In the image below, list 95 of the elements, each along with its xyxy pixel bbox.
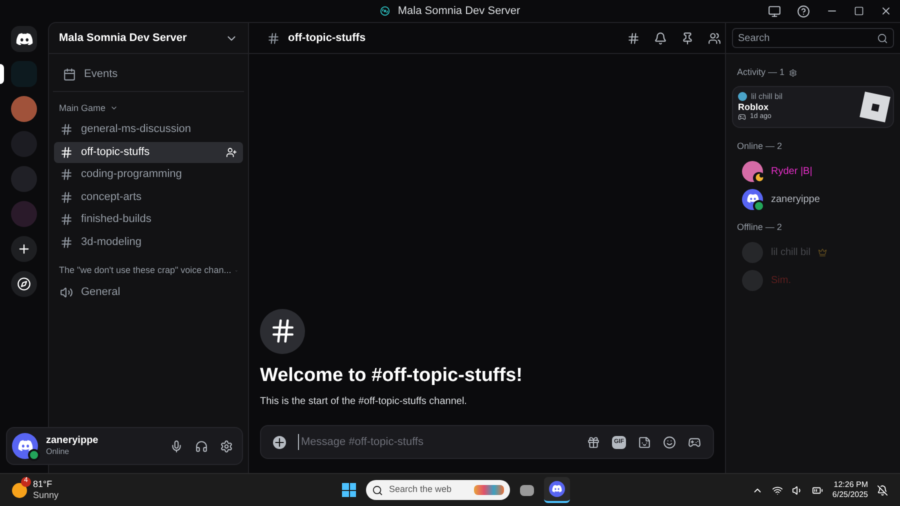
section-heading: Online — 2: [736, 140, 784, 152]
close-icon[interactable]: [880, 5, 892, 17]
hash-icon: [60, 123, 73, 136]
server-name[interactable]: Mala Somnia Dev Server: [59, 30, 187, 46]
volume-icon[interactable]: [792, 484, 804, 496]
channel-item[interactable]: general-ms-discussion: [54, 119, 243, 140]
hash-icon: [60, 146, 73, 158]
wifi-icon[interactable]: [772, 484, 784, 496]
activity-user: lil chill bil: [751, 92, 783, 102]
server-avatar[interactable]: [11, 96, 37, 122]
calendar-icon: [63, 68, 76, 81]
channel-item[interactable]: concept-arts: [54, 186, 243, 208]
search-icon: [372, 484, 383, 496]
gamepad-icon[interactable]: [688, 436, 701, 448]
weather-icon[interactable]: [12, 482, 27, 498]
channel-name: General: [81, 284, 122, 300]
battery-icon[interactable]: [812, 484, 824, 496]
channel-item[interactable]: 3d-modeling: [54, 232, 243, 252]
bell-icon[interactable]: [654, 32, 667, 44]
gear-icon[interactable]: [788, 68, 797, 77]
hash-icon: [60, 213, 73, 226]
channel-item[interactable]: coding-programming: [54, 164, 243, 185]
events-link[interactable]: Events: [84, 66, 118, 82]
member-avatar[interactable]: [742, 188, 763, 210]
message-input[interactable]: Message #off-topic-stuffs: [298, 434, 575, 450]
compass-icon: [17, 277, 31, 291]
hash-icon: [267, 32, 280, 44]
search-field[interactable]: Search: [732, 28, 894, 48]
pin-icon[interactable]: [681, 32, 694, 44]
user-avatar: [738, 92, 747, 101]
category-header[interactable]: Main Game: [59, 102, 106, 115]
maximize-icon[interactable]: [854, 6, 864, 16]
hash-icon: [60, 190, 73, 204]
member-avatar[interactable]: [742, 160, 763, 182]
channel-name: finished-builds: [81, 212, 152, 228]
section-heading: Offline — 2: [736, 221, 783, 234]
help-icon[interactable]: [797, 4, 810, 18]
hash-icon: [60, 168, 73, 181]
channel-item[interactable]: finished-builds: [54, 209, 243, 230]
discord-app-button[interactable]: [544, 477, 570, 503]
microphone-icon[interactable]: [170, 440, 183, 452]
channel-name: 3d-modeling: [81, 234, 143, 250]
channel-name: concept-arts: [81, 190, 143, 205]
speaker-icon: [60, 286, 73, 298]
clock-date[interactable]: 6/25/2025: [832, 490, 868, 500]
channel-name: coding-programming: [81, 167, 183, 182]
welcome-subtitle: This is the start of the #off-topic-stuffs channel.: [260, 395, 468, 409]
window-title: Mala Somnia Dev Server: [398, 4, 520, 19]
gift-icon[interactable]: [587, 436, 600, 448]
threads-icon[interactable]: [627, 32, 640, 44]
task-view-icon[interactable]: [520, 484, 534, 496]
server-icon: [380, 6, 390, 16]
taskbar-search-input[interactable]: Search the web: [389, 483, 468, 497]
welcome-title: Welcome to #off-topic-stuffs!: [260, 364, 524, 388]
add-server-button[interactable]: [11, 236, 37, 262]
start-icon[interactable]: [342, 483, 356, 497]
discord-logo-icon: [552, 485, 562, 493]
activity-game: Roblox: [738, 102, 770, 112]
discord-logo-icon: [16, 32, 32, 46]
username: zaneryippe: [46, 434, 100, 448]
inbox-icon[interactable]: [768, 4, 781, 18]
home-button[interactable]: [11, 26, 37, 52]
channel-name: general-ms-discussion: [81, 122, 192, 138]
discover-button[interactable]: [11, 271, 37, 297]
search-input[interactable]: Search: [738, 30, 877, 46]
member-name[interactable]: zaneryippe: [771, 192, 820, 206]
plus-icon: [17, 242, 31, 256]
sticker-icon[interactable]: [638, 436, 651, 448]
discord-logo-icon: [746, 194, 758, 204]
game-logo-icon: [860, 91, 890, 122]
category-header[interactable]: The "we don't use these crap" voice chan...: [59, 264, 232, 278]
channel-name: off-topic-stuffs: [81, 144, 151, 160]
settings-icon[interactable]: [220, 440, 233, 452]
channel-title: off-topic-stuffs: [288, 30, 367, 46]
member-name[interactable]: Ryder |B|: [771, 164, 812, 178]
emoji-icon[interactable]: [663, 436, 676, 448]
discord-logo-icon: [18, 440, 32, 452]
channel-item[interactable]: off-topic-stuffs: [54, 142, 243, 162]
members-icon[interactable]: [708, 32, 721, 44]
user-status: Online: [46, 447, 70, 458]
search-icon: [877, 32, 888, 44]
search-highlight-icon: [474, 485, 504, 495]
headphones-icon[interactable]: [195, 440, 208, 452]
gamepad-icon: [738, 113, 746, 122]
notifications-icon[interactable]: [877, 484, 888, 496]
attach-icon[interactable]: [273, 436, 286, 448]
weather-condition: Sunny: [33, 490, 59, 502]
taskbar-search-field[interactable]: Search the web: [366, 480, 510, 500]
clock-time[interactable]: 12:26 PM: [834, 480, 868, 490]
temperature: 81°F: [33, 478, 54, 490]
hash-icon: [60, 236, 73, 248]
invite-icon[interactable]: [226, 146, 237, 158]
channel-hash-badge: [260, 308, 305, 354]
channel-item[interactable]: General: [54, 282, 243, 302]
section-heading: Activity — 1: [737, 66, 785, 79]
